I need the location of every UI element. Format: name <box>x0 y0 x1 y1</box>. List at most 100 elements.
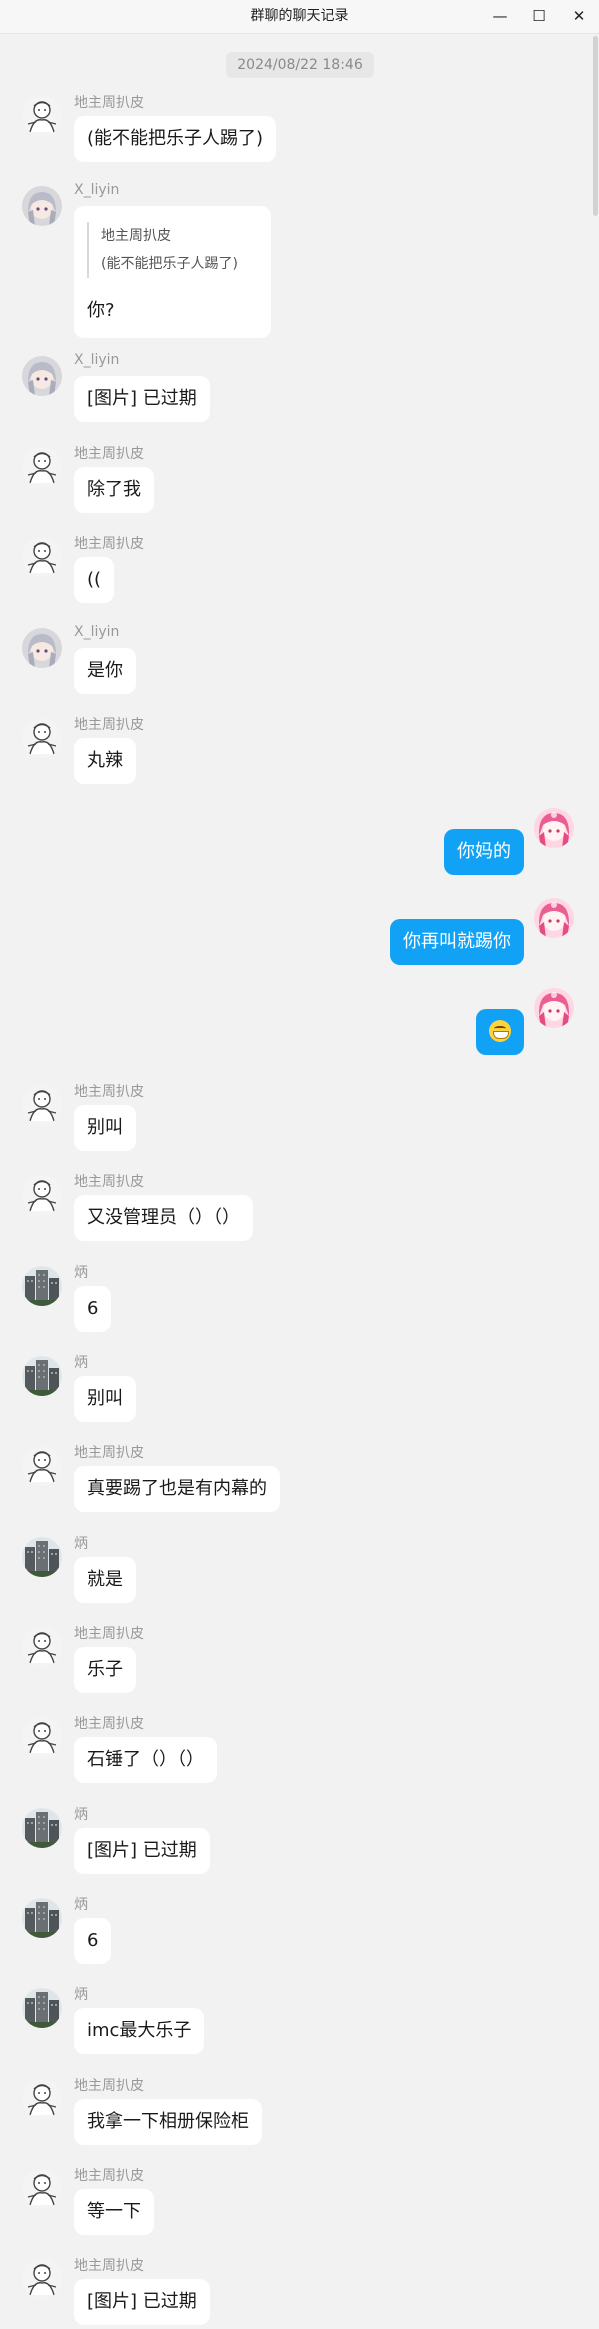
avatar-sketch[interactable] <box>22 1175 62 1215</box>
message-text: 6 <box>87 1930 99 1951</box>
message-text: 丸辣 <box>87 750 123 771</box>
message-bubble[interactable]: 地主周扒皮 (能不能把乐子人踢了) 你? <box>74 206 271 338</box>
message-text: 又没管理员（）（） <box>87 1207 240 1228</box>
message-bubble[interactable]: 6 <box>74 1286 112 1332</box>
sender-name[interactable]: 炳 <box>74 1894 88 1914</box>
message-bubble[interactable]: 石锤了（）（） <box>74 1737 217 1783</box>
sender-name[interactable]: 地主周扒皮 <box>74 2165 144 2185</box>
message-bubble[interactable]: [图片] 已过期 <box>74 376 210 422</box>
message-text: 除了我 <box>87 479 141 500</box>
avatar-silver-hair[interactable] <box>22 628 62 668</box>
avatar-sketch[interactable] <box>22 1085 62 1125</box>
sender-name[interactable]: 地主周扒皮 <box>74 92 144 112</box>
sender-name[interactable]: X_liyin <box>74 182 119 198</box>
sender-name[interactable]: 地主周扒皮 <box>74 443 144 463</box>
sender-name[interactable]: 地主周扒皮 <box>74 1081 144 1101</box>
message-text: 你再叫就踢你 <box>403 931 511 952</box>
avatar-sketch[interactable] <box>22 2169 62 2209</box>
message-text: 真要踢了也是有内幕的 <box>87 1478 267 1499</box>
sender-name[interactable]: 地主周扒皮 <box>74 2075 144 2095</box>
sender-name[interactable]: 炳 <box>74 1352 88 1372</box>
message-text: 6 <box>87 1298 99 1319</box>
message-bubble[interactable]: 真要踢了也是有内幕的 <box>74 1466 280 1512</box>
message-bubble[interactable]: 就是 <box>74 1557 136 1603</box>
scrollbar-thumb[interactable] <box>593 36 598 216</box>
message-bubble[interactable]: 又没管理员（）（） <box>74 1195 253 1241</box>
message-text: 石锤了（）（） <box>87 1749 204 1770</box>
avatar-sketch[interactable] <box>22 537 62 577</box>
title-bar: 群聊的聊天记录 — ☐ ✕ <box>0 0 599 34</box>
message-bubble[interactable]: 你妈的 <box>444 829 524 875</box>
sender-name[interactable]: X_liyin <box>74 352 119 368</box>
avatar-sketch[interactable] <box>22 1717 62 1757</box>
message-bubble[interactable]: 丸辣 <box>74 738 136 784</box>
sender-name[interactable]: 炳 <box>74 1804 88 1824</box>
chat-timestamp: 2024/08/22 18:46 <box>226 52 374 78</box>
avatar-buildings[interactable] <box>22 1808 62 1848</box>
message-bubble[interactable]: [图片] 已过期 <box>74 1828 210 1874</box>
sender-name[interactable]: 地主周扒皮 <box>74 533 144 553</box>
message-bubble[interactable]: imc最大乐子 <box>74 2008 205 2054</box>
message-bubble[interactable]: (( <box>74 557 115 603</box>
minimize-button[interactable]: — <box>480 0 520 33</box>
avatar-pink-hair[interactable] <box>534 898 574 938</box>
avatar-sketch[interactable] <box>22 96 62 136</box>
sender-name[interactable]: 地主周扒皮 <box>74 714 144 734</box>
avatar-buildings[interactable] <box>22 1356 62 1396</box>
sender-name[interactable]: 炳 <box>74 1262 88 1282</box>
avatar-buildings[interactable] <box>22 1988 62 2028</box>
message-text: [图片] 已过期 <box>87 2291 197 2312</box>
avatar-buildings[interactable] <box>22 1266 62 1306</box>
grin-emoji <box>489 1019 511 1042</box>
message-text: 别叫 <box>87 1388 123 1409</box>
message-text: imc最大乐子 <box>87 2020 192 2041</box>
message-text: 就是 <box>87 1569 123 1590</box>
avatar-sketch[interactable] <box>22 718 62 758</box>
sender-name[interactable]: 地主周扒皮 <box>74 1171 144 1191</box>
message-bubble[interactable]: 别叫 <box>74 1376 136 1422</box>
avatar-sketch[interactable] <box>22 1446 62 1486</box>
message-bubble[interactable]: 乐子 <box>74 1647 136 1693</box>
avatar-silver-hair[interactable] <box>22 186 62 226</box>
message-bubble[interactable]: 是你 <box>74 648 136 694</box>
close-button[interactable]: ✕ <box>559 0 599 33</box>
message-bubble[interactable]: 除了我 <box>74 467 154 513</box>
avatar-sketch[interactable] <box>22 2079 62 2119</box>
message-text: 乐子 <box>87 1659 123 1680</box>
message-bubble[interactable] <box>476 1009 524 1055</box>
message-text: [图片] 已过期 <box>87 388 197 409</box>
message-text: 等一下 <box>87 2201 141 2222</box>
sender-name[interactable]: 地主周扒皮 <box>74 2255 144 2275</box>
message-bubble[interactable]: (能不能把乐子人踢了) <box>74 116 277 162</box>
message-text: (( <box>87 569 102 590</box>
avatar-silver-hair[interactable] <box>22 356 62 396</box>
maximize-button[interactable]: ☐ <box>519 0 559 33</box>
avatar-pink-hair[interactable] <box>534 988 574 1028</box>
sender-name[interactable]: 炳 <box>74 1984 88 2004</box>
sender-name[interactable]: X_liyin <box>74 624 119 640</box>
message-text: 是你 <box>87 660 123 681</box>
sender-name[interactable]: 地主周扒皮 <box>74 1713 144 1733</box>
sender-name[interactable]: 地主周扒皮 <box>74 1623 144 1643</box>
message-text: [图片] 已过期 <box>87 1840 197 1861</box>
avatar-pink-hair[interactable] <box>534 808 574 848</box>
quoted-message[interactable]: 地主周扒皮 (能不能把乐子人踢了) <box>87 222 258 278</box>
message-bubble[interactable]: 别叫 <box>74 1105 136 1151</box>
avatar-buildings[interactable] <box>22 1898 62 1938</box>
avatar-buildings[interactable] <box>22 1537 62 1577</box>
message-text: 你? <box>87 300 115 321</box>
avatar-sketch[interactable] <box>22 447 62 487</box>
scrollbar[interactable] <box>589 34 599 2329</box>
message-text: 别叫 <box>87 1117 123 1138</box>
message-bubble[interactable]: 你再叫就踢你 <box>390 919 524 965</box>
sender-name[interactable]: 地主周扒皮 <box>74 1442 144 1462</box>
sender-name[interactable]: 炳 <box>74 1533 88 1553</box>
quoted-text: (能不能把乐子人踢了) <box>101 256 238 272</box>
avatar-sketch[interactable] <box>22 1627 62 1667</box>
message-bubble[interactable]: [图片] 已过期 <box>74 2279 210 2325</box>
message-text: (能不能把乐子人踢了) <box>87 128 264 149</box>
message-bubble[interactable]: 6 <box>74 1918 112 1964</box>
avatar-sketch[interactable] <box>22 2259 62 2299</box>
message-bubble[interactable]: 等一下 <box>74 2189 154 2235</box>
message-bubble[interactable]: 我拿一下相册保险柜 <box>74 2099 262 2145</box>
